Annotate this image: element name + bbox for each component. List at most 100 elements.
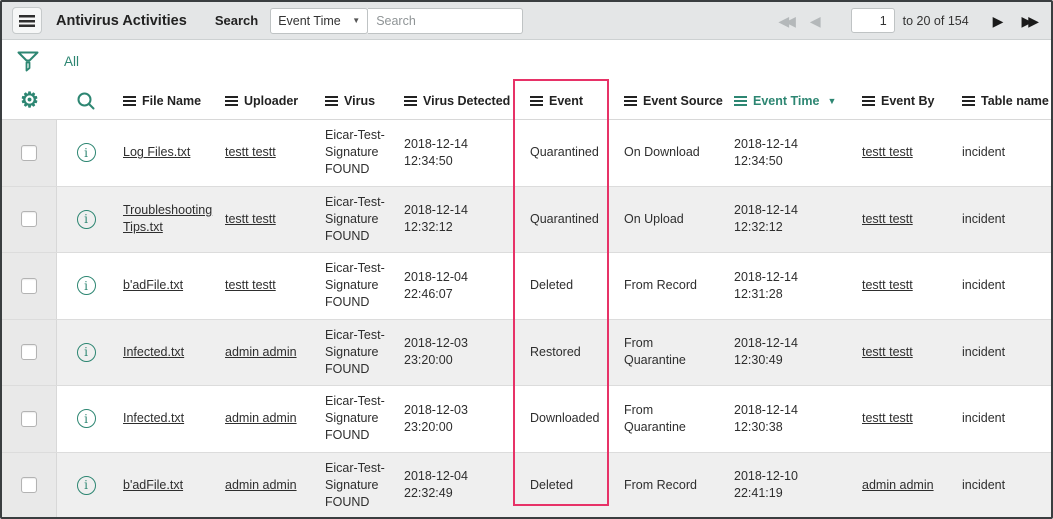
event-by-link[interactable]: testt testt xyxy=(862,144,913,161)
uploader-link[interactable]: admin admin xyxy=(225,477,297,494)
personalize-list-button[interactable]: ⚙ xyxy=(2,90,57,111)
event-source-cell: On Download xyxy=(616,120,726,186)
column-header-uploader[interactable]: Uploader xyxy=(217,94,317,108)
file-name-link[interactable]: Infected.txt xyxy=(123,344,184,361)
event-by-link[interactable]: testt testt xyxy=(862,211,913,228)
uploader-cell: testt testt xyxy=(217,187,317,253)
uploader-link[interactable]: testt testt xyxy=(225,211,276,228)
file-name-link[interactable]: Infected.txt xyxy=(123,410,184,427)
search-toggle-button[interactable] xyxy=(57,91,115,111)
row-checkbox[interactable] xyxy=(21,411,37,427)
list-menu-button[interactable] xyxy=(12,7,42,34)
column-header-virus[interactable]: Virus xyxy=(317,94,396,108)
sort-descending-icon: ▼ xyxy=(827,96,836,106)
pagination-range: to 20 of 154 xyxy=(903,14,969,28)
last-page-icon[interactable]: ▶▶ xyxy=(1021,14,1039,28)
first-page-icon[interactable]: ◀◀ xyxy=(778,14,796,28)
event-by-link[interactable]: testt testt xyxy=(862,344,913,361)
table-name-cell: incident xyxy=(954,253,1051,319)
virus-detected-cell: 2018-12-14 12:34:50 xyxy=(396,120,522,186)
column-header-table-name[interactable]: Table name xyxy=(954,94,1051,108)
uploader-link[interactable]: testt testt xyxy=(225,277,276,294)
event-cell: Restored xyxy=(522,320,616,386)
hamburger-icon xyxy=(19,15,35,27)
uploader-link[interactable]: admin admin xyxy=(225,410,297,427)
uploader-cell: testt testt xyxy=(217,120,317,186)
event-time-cell: 2018-12-14 12:30:38 xyxy=(726,386,854,452)
file-name-cell: Infected.txt xyxy=(115,320,217,386)
row-checkbox[interactable] xyxy=(21,278,37,294)
virus-detected-cell: 2018-12-03 23:20:00 xyxy=(396,386,522,452)
column-header-event-by[interactable]: Event By xyxy=(854,94,954,108)
table-name-cell: incident xyxy=(954,453,1051,519)
uploader-cell: admin admin xyxy=(217,386,317,452)
column-menu-icon xyxy=(325,96,338,106)
event-cell: Deleted xyxy=(522,453,616,519)
virus-detected-cell: 2018-12-03 23:20:00 xyxy=(396,320,522,386)
filter-funnel-icon[interactable] xyxy=(16,50,40,73)
column-header-virus-detected[interactable]: Virus Detected xyxy=(396,94,522,108)
chevron-down-icon: ▼ xyxy=(352,16,360,25)
column-header-event-source[interactable]: Event Source xyxy=(616,94,726,108)
file-name-link[interactable]: Log Files.txt xyxy=(123,144,190,161)
event-time-cell: 2018-12-14 12:31:28 xyxy=(726,253,854,319)
pagination: ◀◀ ◀ to 20 of 154 ▶ ▶▶ xyxy=(778,8,1039,33)
uploader-link[interactable]: admin admin xyxy=(225,344,297,361)
table-row: i Infected.txt admin admin Eicar-Test-Si… xyxy=(2,320,1051,387)
event-by-link[interactable]: testt testt xyxy=(862,410,913,427)
column-menu-icon xyxy=(624,96,637,106)
column-menu-icon xyxy=(962,96,975,106)
row-info-cell: i xyxy=(57,386,115,452)
event-by-cell: testt testt xyxy=(854,386,954,452)
event-source-cell: From Quarantine xyxy=(616,320,726,386)
event-cell: Downloaded xyxy=(522,386,616,452)
info-icon[interactable]: i xyxy=(77,343,96,362)
row-select-cell xyxy=(2,453,57,519)
uploader-link[interactable]: testt testt xyxy=(225,144,276,161)
virus-cell: Eicar-Test-Signature FOUND xyxy=(317,187,396,253)
row-checkbox[interactable] xyxy=(21,344,37,360)
search-input[interactable] xyxy=(368,8,523,34)
row-select-cell xyxy=(2,253,57,319)
event-time-cell: 2018-12-14 12:30:49 xyxy=(726,320,854,386)
info-icon[interactable]: i xyxy=(77,210,96,229)
column-header-file-name[interactable]: File Name xyxy=(115,94,217,108)
search-field-dropdown[interactable]: Event Time ▼ xyxy=(270,8,368,34)
event-by-cell: testt testt xyxy=(854,253,954,319)
page-number-input[interactable] xyxy=(851,8,895,33)
filter-breadcrumb-all[interactable]: All xyxy=(64,54,79,69)
column-header-event[interactable]: Event xyxy=(522,94,616,108)
row-checkbox[interactable] xyxy=(21,211,37,227)
info-icon[interactable]: i xyxy=(77,143,96,162)
column-header-event-time[interactable]: Event Time ▼ xyxy=(726,94,854,108)
event-cell: Quarantined xyxy=(522,187,616,253)
virus-detected-cell: 2018-12-14 12:32:12 xyxy=(396,187,522,253)
file-name-link[interactable]: b'adFile.txt xyxy=(123,477,183,494)
virus-detected-cell: 2018-12-04 22:32:49 xyxy=(396,453,522,519)
virus-cell: Eicar-Test-Signature FOUND xyxy=(317,120,396,186)
info-icon[interactable]: i xyxy=(77,476,96,495)
file-name-cell: Infected.txt xyxy=(115,386,217,452)
next-page-icon[interactable]: ▶ xyxy=(993,14,1008,28)
event-by-cell: admin admin xyxy=(854,453,954,519)
event-source-cell: From Quarantine xyxy=(616,386,726,452)
virus-cell: Eicar-Test-Signature FOUND xyxy=(317,320,396,386)
info-icon[interactable]: i xyxy=(77,276,96,295)
search-label: Search xyxy=(215,13,258,28)
table-name-cell: incident xyxy=(954,187,1051,253)
search-field-selected: Event Time xyxy=(278,14,341,28)
previous-page-icon[interactable]: ◀ xyxy=(810,14,825,28)
row-select-cell xyxy=(2,386,57,452)
row-checkbox[interactable] xyxy=(21,477,37,493)
event-by-link[interactable]: testt testt xyxy=(862,277,913,294)
table-body: i Log Files.txt testt testt Eicar-Test-S… xyxy=(2,120,1051,519)
row-info-cell: i xyxy=(57,187,115,253)
column-menu-icon xyxy=(530,96,543,106)
file-name-link[interactable]: b'adFile.txt xyxy=(123,277,183,294)
info-icon[interactable]: i xyxy=(77,409,96,428)
event-by-cell: testt testt xyxy=(854,120,954,186)
table-row: i Log Files.txt testt testt Eicar-Test-S… xyxy=(2,120,1051,187)
event-by-link[interactable]: admin admin xyxy=(862,477,934,494)
row-checkbox[interactable] xyxy=(21,145,37,161)
file-name-link[interactable]: Troubleshooting Tips.txt xyxy=(123,202,212,236)
